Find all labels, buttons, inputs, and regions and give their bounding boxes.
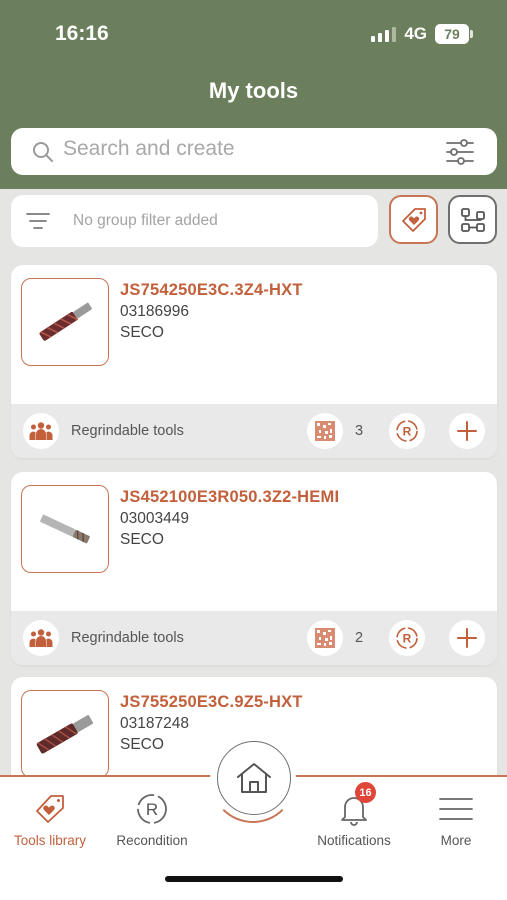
datamatrix-icon[interactable] — [307, 413, 343, 449]
group-structure-button[interactable] — [448, 195, 497, 244]
datamatrix-icon[interactable] — [307, 620, 343, 656]
tool-group-label: Regrindable tools — [71, 630, 184, 646]
end-mill-image — [39, 302, 92, 341]
add-icon[interactable] — [449, 620, 485, 656]
notifications-badge: 16 — [355, 782, 376, 803]
tool-brand: SECO — [120, 531, 164, 548]
tool-quantity: 3 — [355, 423, 364, 439]
battery-icon: 79 — [435, 24, 473, 44]
tool-name: JS452100E3R050.3Z2-HEMI — [120, 488, 340, 506]
tool-code: 03186996 — [120, 303, 189, 320]
hierarchy-icon — [460, 207, 485, 232]
signal-icon — [371, 26, 397, 42]
tool-brand: SECO — [120, 736, 164, 753]
tool-card[interactable]: JS452100E3R050.3Z2-HEMI 03003449 SECO Re… — [11, 472, 497, 665]
battery-level: 79 — [435, 24, 469, 44]
nav-label: Notifications — [317, 833, 391, 848]
nav-label: Recondition — [116, 833, 188, 848]
search-bar[interactable] — [11, 128, 497, 175]
group-filter-bar[interactable]: No group filter added — [11, 195, 378, 247]
tool-card-footer: Regrindable tools 3 R — [11, 404, 497, 458]
network-type: 4G — [404, 24, 427, 43]
tool-image — [21, 485, 109, 573]
tool-brand: SECO — [120, 324, 164, 341]
filter-settings-icon[interactable] — [445, 138, 475, 166]
search-icon — [33, 142, 53, 162]
nav-recondition[interactable]: R Recondition — [102, 791, 202, 848]
group-people-icon — [23, 620, 59, 656]
search-input[interactable] — [63, 137, 423, 161]
nav-label: Tools library — [13, 833, 87, 848]
status-time: 16:16 — [55, 22, 109, 45]
recondition-icon: R — [137, 794, 167, 824]
tool-group-label: Regrindable tools — [71, 423, 184, 439]
page-title: My tools — [208, 78, 299, 103]
tool-code: 03187248 — [120, 715, 189, 732]
sort-lines-icon — [26, 213, 50, 229]
home-indicator — [165, 876, 343, 882]
status-indicators: 4G 79 — [371, 24, 473, 44]
tool-card[interactable]: JS754250E3C.3Z4-HXT 03186996 SECO Regrin… — [11, 265, 497, 458]
favorites-tag-button[interactable] — [389, 195, 438, 244]
group-people-icon — [23, 413, 59, 449]
group-filter-text: No group filter added — [73, 212, 218, 229]
menu-icon — [439, 798, 473, 820]
home-icon — [237, 763, 271, 793]
home-button[interactable] — [217, 741, 291, 815]
nav-more[interactable]: More — [406, 791, 506, 848]
svg-text:R: R — [403, 425, 412, 439]
tool-image — [21, 690, 109, 778]
tool-card-footer: Regrindable tools 2 R — [11, 611, 497, 665]
recondition-icon[interactable]: R — [389, 413, 425, 449]
nav-notifications[interactable]: Notifications — [304, 791, 404, 848]
heart-tag-icon — [401, 207, 426, 232]
tool-quantity: 2 — [355, 630, 364, 646]
tool-code: 03003449 — [120, 510, 189, 527]
svg-text:R: R — [146, 800, 158, 819]
end-mill-image — [36, 715, 94, 754]
tool-name: JS755250E3C.9Z5-HXT — [120, 693, 303, 711]
tool-image — [21, 278, 109, 366]
nav-label: More — [440, 833, 472, 848]
end-mill-image — [40, 514, 90, 544]
tool-name: JS754250E3C.3Z4-HXT — [120, 281, 303, 299]
add-icon[interactable] — [449, 413, 485, 449]
svg-text:R: R — [403, 632, 412, 646]
recondition-icon[interactable]: R — [389, 620, 425, 656]
app-header: 16:16 4G 79 My tools — [0, 0, 507, 189]
nav-tools-library[interactable]: Tools library — [0, 791, 100, 848]
heart-tag-icon — [36, 795, 64, 823]
